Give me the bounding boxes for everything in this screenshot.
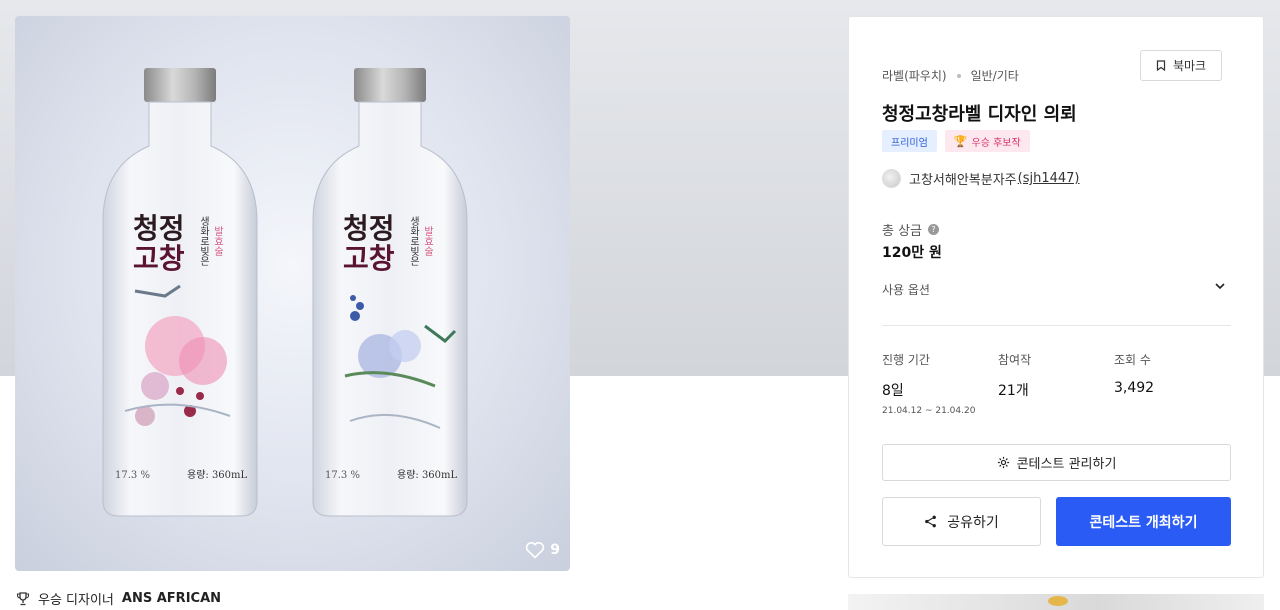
- right-brand-line1: 청정: [343, 212, 395, 245]
- breadcrumb-subcategory[interactable]: 일반/기타: [971, 67, 1019, 84]
- like-button[interactable]: 9: [525, 541, 560, 559]
- prize-label: 총 상금 ?: [882, 220, 940, 239]
- right-abv: 17.3 %: [325, 470, 360, 481]
- stat-period: 진행 기간 8일 21.04.12 ~ 21.04.20: [882, 351, 975, 416]
- chevron-down-icon[interactable]: [1213, 279, 1227, 293]
- breadcrumb: 라벨(파우치) 일반/기타: [882, 67, 1019, 84]
- left-abv: 17.3 %: [115, 470, 150, 481]
- preview-decoration: [1048, 596, 1068, 606]
- left-side-accent: 발효술: [212, 226, 224, 256]
- trophy-icon: [16, 591, 30, 605]
- left-brand-line2: 고창: [133, 242, 185, 275]
- bottle-left: [102, 68, 258, 517]
- contest-info-card: 라벨(파우치) 일반/기타 북마크 청정고창라벨 디자인 의뢰 프리미엄 🏆 우…: [848, 16, 1264, 578]
- gear-icon: [997, 456, 1009, 469]
- left-side-text: 생화로빚은: [198, 216, 210, 266]
- stat-participants: 참여작 21개: [998, 351, 1031, 400]
- bottle-right: [312, 68, 468, 517]
- breadcrumb-category[interactable]: 라벨(파우치): [882, 67, 947, 84]
- host-name: 고창서해안복분자주: [909, 173, 1017, 188]
- badge-group: 프리미엄 🏆 우승 후보작: [882, 130, 1030, 152]
- bookmark-icon: [1156, 60, 1166, 71]
- share-button[interactable]: 공유하기: [882, 497, 1041, 546]
- trophy-icon: 🏆: [953, 134, 968, 148]
- period-value: 8일: [882, 383, 904, 399]
- participants-value: 21개: [998, 383, 1029, 399]
- contest-hero-image[interactable]: 청정 고창 생화로빚은 발효술 17.3 % 용량: 360mL 청정 고창 생…: [15, 16, 570, 571]
- winning-designer: 우승 디자이너 ANS AFRICAN: [16, 589, 221, 608]
- help-icon[interactable]: ?: [928, 224, 940, 235]
- breadcrumb-separator: [956, 73, 961, 78]
- manage-contest-label: 콘테스트 관리하기: [1016, 457, 1117, 472]
- next-card-preview: [848, 594, 1264, 610]
- host-id[interactable]: (sjh1447): [1018, 171, 1080, 186]
- period-label: 진행 기간: [882, 353, 930, 367]
- like-count: 9: [550, 542, 560, 558]
- period-range: 21.04.12 ~ 21.04.20: [882, 406, 976, 416]
- award-candidate-badge: 🏆 우승 후보작: [944, 130, 1030, 152]
- right-brand-line2: 고창: [343, 242, 395, 275]
- prize-label-text: 총 상금: [882, 224, 923, 239]
- left-brand-line1: 청정: [133, 212, 185, 245]
- right-side-text: 생화로빚은: [408, 216, 420, 266]
- award-candidate-label: 우승 후보작: [971, 137, 1021, 149]
- right-volume: 용량: 360mL: [397, 469, 458, 481]
- divider: [882, 325, 1231, 326]
- manage-contest-button[interactable]: 콘테스트 관리하기: [882, 444, 1231, 481]
- share-icon: [925, 515, 937, 528]
- bookmark-button[interactable]: 북마크: [1140, 50, 1222, 81]
- avatar: [882, 169, 901, 188]
- left-volume: 용량: 360mL: [187, 469, 248, 481]
- views-label: 조회 수: [1114, 353, 1151, 367]
- right-side-accent: 발효술: [422, 226, 434, 256]
- heart-icon: [526, 542, 545, 559]
- prize-value: 120만 원: [882, 245, 942, 261]
- contest-title: 청정고창라벨 디자인 의뢰: [882, 104, 1077, 125]
- host-info[interactable]: 고창서해안복분자주 (sjh1447): [882, 169, 1080, 188]
- stat-views: 조회 수 3,492: [1114, 351, 1154, 396]
- winner-prefix: 우승 디자이너: [38, 593, 114, 608]
- premium-badge: 프리미엄: [882, 130, 937, 152]
- share-label: 공유하기: [947, 514, 999, 531]
- views-value: 3,492: [1114, 380, 1155, 396]
- bottles-illustration: 청정 고창 생화로빚은 발효술 17.3 % 용량: 360mL 청정 고창 생…: [102, 68, 468, 517]
- usage-options-label[interactable]: 사용 옵션: [882, 281, 930, 298]
- host-contest-button[interactable]: 콘테스트 개최하기: [1056, 497, 1231, 546]
- participants-label: 참여작: [998, 353, 1032, 367]
- bookmark-label: 북마크: [1172, 59, 1207, 73]
- winner-name[interactable]: ANS AFRICAN: [122, 591, 221, 606]
